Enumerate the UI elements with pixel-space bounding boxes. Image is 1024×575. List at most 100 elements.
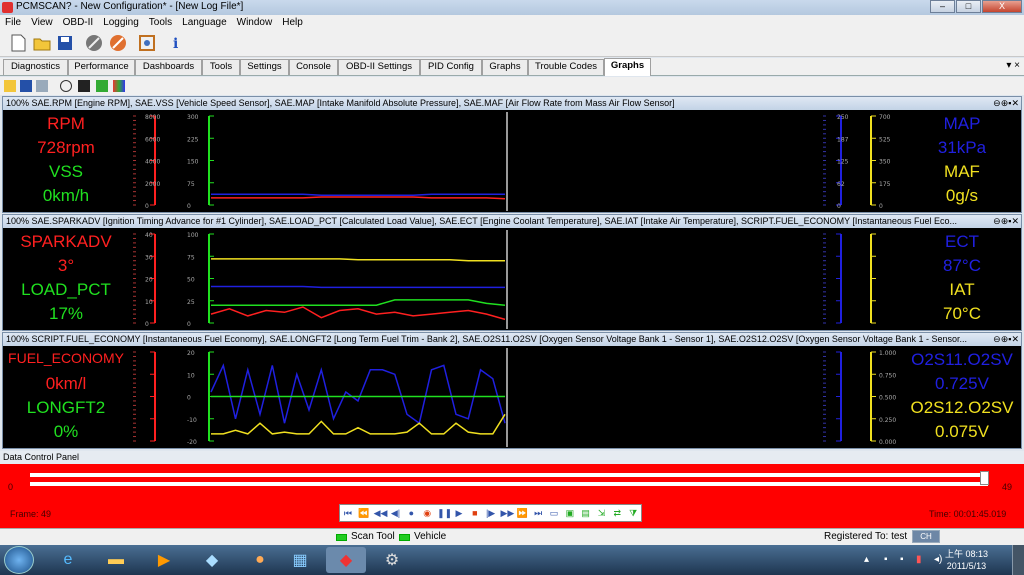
graph-panel-controls[interactable]: ⊖⊕▪✕ (993, 215, 1019, 227)
series-line (211, 413, 506, 435)
graph-panel: 100% SCRIPT.FUEL_ECONOMY [Instantaneous … (2, 332, 1022, 449)
monitor-icon[interactable] (78, 80, 90, 92)
tray-icon-2[interactable]: ▪ (900, 554, 904, 565)
axis-tick-label: 30 (145, 254, 153, 261)
tab-performance[interactable]: Performance (68, 59, 135, 75)
tray-arrow-icon[interactable]: ▴ (864, 554, 869, 565)
step-forward-icon[interactable]: |▶ (485, 507, 497, 519)
tab-graphs-active[interactable]: Graphs (604, 58, 651, 76)
axis-tick-label: 25 (187, 299, 195, 306)
open-folder-icon[interactable] (32, 33, 52, 53)
start-button[interactable] (4, 546, 34, 574)
tab-tools[interactable]: Tools (202, 59, 240, 75)
axis-tick-label: 0.750 (879, 372, 896, 379)
series-line (211, 299, 506, 306)
minimize-button[interactable]: – (930, 0, 955, 13)
connect-icon[interactable] (84, 33, 104, 53)
disconnect-icon[interactable] (108, 33, 128, 53)
settings-icon[interactable] (137, 33, 157, 53)
axis-tick-label: -10 (187, 417, 197, 424)
menu-view[interactable]: View (31, 17, 53, 28)
graph-panel-controls[interactable]: ⊖⊕▪✕ (993, 333, 1019, 345)
menu-help[interactable]: Help (282, 17, 303, 28)
fast-forward-icon[interactable]: ⏩ (517, 507, 529, 519)
step-back-icon[interactable]: ◀| (390, 507, 402, 519)
rewind-fast-icon[interactable]: ⏪ (358, 507, 370, 519)
slider-track (30, 473, 988, 477)
tab-settings[interactable]: Settings (240, 59, 289, 75)
rewind-icon[interactable]: ◀◀ (374, 507, 388, 519)
tray-icon-1[interactable]: ▪ (884, 554, 888, 565)
data-control-panel-title: Data Control Panel (0, 451, 1024, 464)
ie-icon[interactable]: e (48, 547, 88, 573)
filter-icon[interactable]: ⧩ (627, 507, 639, 519)
gauge-icon[interactable] (60, 80, 72, 92)
graph-panel-header: 100% SCRIPT.FUEL_ECONOMY [Instantaneous … (3, 333, 1021, 346)
export-log-icon[interactable]: ▤ (580, 507, 592, 519)
media-player-icon[interactable]: ▶ (144, 547, 184, 573)
graph-plot: 8000 6000 4000 2000 0 300 225 150 75 0 250 187 125 62… (133, 112, 891, 211)
tab-console[interactable]: Console (289, 59, 338, 75)
import-icon[interactable]: ⇲ (596, 507, 608, 519)
show-desktop-button[interactable] (1012, 545, 1024, 575)
open-icon[interactable] (4, 80, 16, 92)
scan-tool-label: Scan Tool (351, 531, 395, 542)
close-button[interactable]: X (982, 0, 1022, 13)
tab-diagnostics[interactable]: Diagnostics (3, 59, 68, 75)
taskbar-clock[interactable]: 上午 08:13 2011/5/13 (945, 548, 988, 572)
graph-panel-controls[interactable]: ⊖⊕▪✕ (993, 97, 1019, 109)
axis-tick-label: 125 (837, 159, 849, 166)
menu-obd2[interactable]: OBD-II (63, 17, 94, 28)
tray-volume-icon[interactable]: ◂) (934, 554, 942, 565)
data-control-panel: 0 49 Frame: 49 Time: 00:01:45.019 ⏮ ⏪ ◀◀… (0, 464, 1024, 528)
app-icon (2, 2, 13, 13)
maximize-button[interactable]: □ (956, 0, 981, 13)
language-indicator[interactable]: CH (912, 530, 940, 543)
menu-language[interactable]: Language (182, 17, 227, 28)
pause-icon[interactable]: ❚❚ (437, 507, 452, 519)
stop-dot-icon[interactable]: ● (405, 507, 417, 519)
menu-logging[interactable]: Logging (103, 17, 139, 28)
last-frame-icon[interactable]: ⏭ (532, 507, 544, 519)
save-icon[interactable] (55, 33, 75, 53)
forward-icon[interactable]: ▶▶ (501, 507, 515, 519)
play-icon[interactable]: ▶ (453, 507, 465, 519)
tab-dashboards[interactable]: Dashboards (135, 59, 202, 75)
convert-icon[interactable]: ⇄ (611, 507, 623, 519)
record-icon[interactable]: ◉ (421, 507, 433, 519)
tab-pid-config[interactable]: PID Config (420, 59, 482, 75)
slider-track-lower (30, 482, 988, 486)
menu-tools[interactable]: Tools (149, 17, 172, 28)
explorer-icon[interactable]: ▬ (96, 547, 136, 573)
pcmscan-taskbar-icon[interactable]: ◆ (326, 547, 366, 573)
axis-tick-label: 1.000 (879, 350, 896, 357)
app-icon-3[interactable]: ▦ (280, 547, 320, 573)
color-icon[interactable] (113, 80, 125, 92)
axis-tick-label: 50 (187, 277, 195, 284)
frame-slider-thumb[interactable] (980, 471, 989, 485)
tab-trouble-codes[interactable]: Trouble Codes (528, 59, 604, 75)
export-icon[interactable] (36, 80, 48, 92)
axis-tick-label: 75 (187, 254, 195, 261)
menu-window[interactable]: Window (237, 17, 273, 28)
tab-graphs[interactable]: Graphs (482, 59, 528, 75)
tray-network-icon[interactable]: ▮ (916, 554, 922, 565)
axis-tick-label: 4000 (145, 159, 160, 166)
app-icon-1[interactable]: ◆ (192, 547, 232, 573)
stop-icon[interactable]: ■ (469, 507, 481, 519)
first-frame-icon[interactable]: ⏮ (342, 507, 354, 519)
app-icon-2[interactable]: ● (240, 547, 280, 573)
menu-file[interactable]: File (5, 17, 21, 28)
axis-tick-label: 150 (187, 159, 199, 166)
tab-obd2-settings[interactable]: OBD-II Settings (338, 59, 420, 75)
info-icon[interactable]: i (166, 33, 186, 53)
slider-max: 49 (1002, 482, 1013, 492)
axis-tick-label: 250 (837, 114, 849, 121)
new-file-icon[interactable] (8, 33, 28, 53)
save-icon[interactable] (20, 80, 32, 92)
app-icon-4[interactable]: ⚙ (372, 547, 412, 573)
new-log-icon[interactable]: ▭ (548, 507, 560, 519)
chart-icon[interactable] (96, 80, 108, 92)
tab-close-controls[interactable]: ▾ × (1006, 60, 1020, 71)
save-log-icon[interactable]: ▣ (564, 507, 576, 519)
